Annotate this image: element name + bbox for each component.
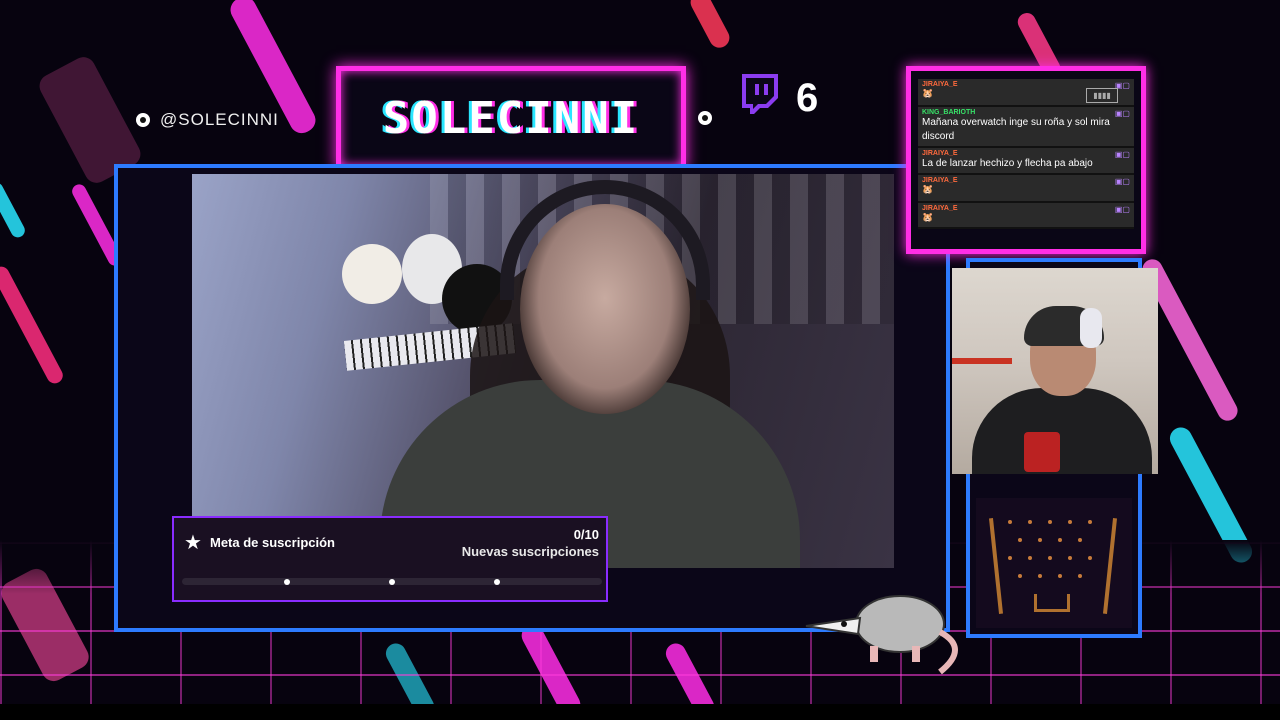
goal-subtitle: Nuevas suscripciones [461, 544, 599, 559]
peg [1088, 556, 1092, 560]
peg [1028, 520, 1032, 524]
peg [1048, 520, 1052, 524]
chat-message: JIRAIYA_E 🐹 ▣▢ ▮▮▮▮ [918, 79, 1134, 107]
bottom-bar [0, 704, 1280, 720]
peg [1018, 538, 1022, 542]
goal-count: 0/10 [573, 527, 599, 542]
peg [1008, 520, 1012, 524]
peg [1008, 556, 1012, 560]
goal-milestone-marker [389, 579, 395, 585]
chat-emote: 🐹 [922, 184, 934, 194]
goal-title: Meta de suscripción [210, 535, 335, 550]
peg [1038, 538, 1042, 542]
chat-text: La de lanzar hechizo y flecha pa abajo [922, 158, 1093, 169]
peg [1018, 574, 1022, 578]
social-handle: @SOLECINNI [136, 110, 279, 130]
handle-text: @SOLECINNI [160, 110, 279, 129]
peg [1058, 538, 1062, 542]
opossum-mascot-icon [805, 595, 958, 675]
battery-icon: ▮▮▮▮ [1086, 88, 1118, 103]
chat-message: JIRAIYA_E La de lanzar hechizo y flecha … [918, 148, 1134, 175]
chat-message: JIRAIYA_E 🐹 ▣▢ [918, 203, 1134, 229]
peg [1078, 574, 1082, 578]
star-icon: ★ [184, 532, 202, 554]
peg [1058, 574, 1062, 578]
streamer-webcam [192, 174, 894, 568]
badge-icon: ▣▢ [1114, 150, 1130, 159]
snack-can [1024, 432, 1060, 472]
peg [1068, 520, 1072, 524]
subscription-goal-widget: ★ Meta de suscripción 0/10 Nuevas suscri… [172, 516, 608, 602]
chat-overlay: JIRAIYA_E 🐹 ▣▢ ▮▮▮▮ KING_BARIOTH Mañana … [906, 66, 1146, 254]
peg [1048, 556, 1052, 560]
goal-milestone-marker [284, 579, 290, 585]
twitch-logo-icon [742, 74, 778, 114]
plush-toy [342, 244, 402, 304]
plinko-board [976, 498, 1132, 628]
badge-icon: ▣▢ [1114, 177, 1130, 186]
chat-text: Mañana overwatch inge su roña y sol mira… [922, 117, 1110, 142]
chat-username: JIRAIYA_E [922, 177, 958, 184]
dot-icon [698, 111, 712, 125]
chat-username: JIRAIYA_E [922, 150, 958, 157]
chat-emote: 🐹 [922, 212, 934, 222]
chat-message: KING_BARIOTH Mañana overwatch inge su ro… [918, 107, 1134, 148]
goal-milestone-marker [494, 579, 500, 585]
peg [1088, 520, 1092, 524]
dot-icon [136, 113, 150, 127]
goal-progress-bar [182, 578, 602, 585]
viewer-count: 6 [796, 76, 819, 120]
peg [1078, 538, 1082, 542]
chat-username: JIRAIYA_E [922, 205, 958, 212]
channel-logo: SOLECINNI [336, 66, 686, 170]
badge-icon: ▣▢ [1114, 109, 1130, 118]
peg [1028, 556, 1032, 560]
headphones [1080, 308, 1102, 348]
chat-username: KING_BARIOTH [922, 109, 976, 116]
badge-icon: ▣▢ [1114, 205, 1130, 214]
peg [1068, 556, 1072, 560]
chat-list: JIRAIYA_E 🐹 ▣▢ ▮▮▮▮ KING_BARIOTH Mañana … [918, 79, 1134, 243]
chat-message: JIRAIYA_E 🐹 ▣▢ [918, 175, 1134, 203]
guest-webcam [952, 268, 1158, 474]
logo-text: SOLECINNI [382, 92, 640, 144]
chat-username: JIRAIYA_E [922, 81, 958, 88]
peg [1038, 574, 1042, 578]
plinko-cup [1034, 594, 1070, 612]
